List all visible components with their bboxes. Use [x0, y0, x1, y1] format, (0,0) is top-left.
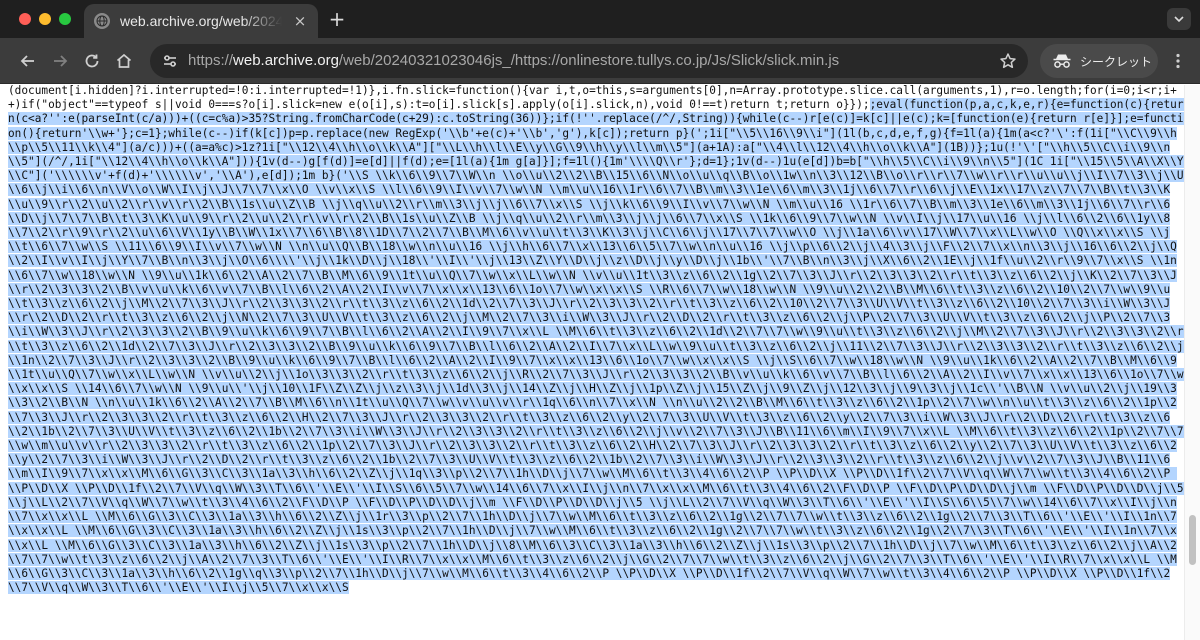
more-vertical-icon: [1176, 53, 1180, 69]
tab-search-button[interactable]: [1167, 8, 1191, 30]
tab-close-icon[interactable]: ×: [292, 12, 308, 30]
new-tab-button[interactable]: +: [326, 8, 348, 30]
arrow-right-icon: [54, 55, 68, 67]
url-prefix: https://: [188, 52, 234, 69]
browser-toolbar: https://web.archive.org/web/202403210230…: [0, 38, 1200, 84]
menu-button[interactable]: [1166, 49, 1190, 73]
url-path: /web/20240321023046js_/https://onlinesto…: [338, 52, 840, 69]
address-bar[interactable]: https://web.archive.org/web/202403210230…: [150, 44, 1028, 78]
incognito-label: シークレット: [1080, 54, 1153, 69]
active-tab[interactable]: web.archive.org/web/20240321023046js_/ht…: [84, 4, 318, 38]
incognito-indicator[interactable]: シークレット: [1040, 44, 1158, 78]
back-button[interactable]: [16, 49, 40, 73]
arrow-left-icon: [20, 55, 34, 67]
tab-strip: web.archive.org/web/20240321023046js_/ht…: [0, 0, 1200, 38]
page-content[interactable]: (document[i.hidden]?i.interrupted=!0:i.i…: [0, 85, 1184, 640]
reload-button[interactable]: [80, 49, 104, 73]
close-window-button[interactable]: [19, 13, 31, 25]
home-icon: [116, 53, 132, 68]
globe-icon: [94, 13, 110, 29]
url-host: web.archive.org: [233, 52, 339, 69]
reload-icon: [85, 54, 99, 68]
chevron-down-icon: [1174, 16, 1184, 23]
tab-title: web.archive.org/web/20240321023046js_/ht…: [120, 13, 282, 29]
scrollbar-thumb[interactable]: [1189, 515, 1196, 565]
vertical-scrollbar[interactable]: [1184, 85, 1200, 640]
maximize-window-button[interactable]: [59, 13, 71, 25]
incognito-icon: [1053, 54, 1071, 68]
forward-button[interactable]: [48, 49, 72, 73]
code-selection: ;eval(function(p,a,c,k,e,r){e=function(c…: [8, 98, 1184, 595]
home-button[interactable]: [112, 49, 136, 73]
minimize-window-button[interactable]: [39, 13, 51, 25]
site-settings-icon[interactable]: [158, 49, 182, 73]
bookmark-star-icon[interactable]: [996, 49, 1020, 73]
source-code[interactable]: (document[i.hidden]?i.interrupted=!0:i.i…: [8, 85, 1184, 595]
url-text[interactable]: https://web.archive.org/web/202403210230…: [188, 44, 839, 78]
